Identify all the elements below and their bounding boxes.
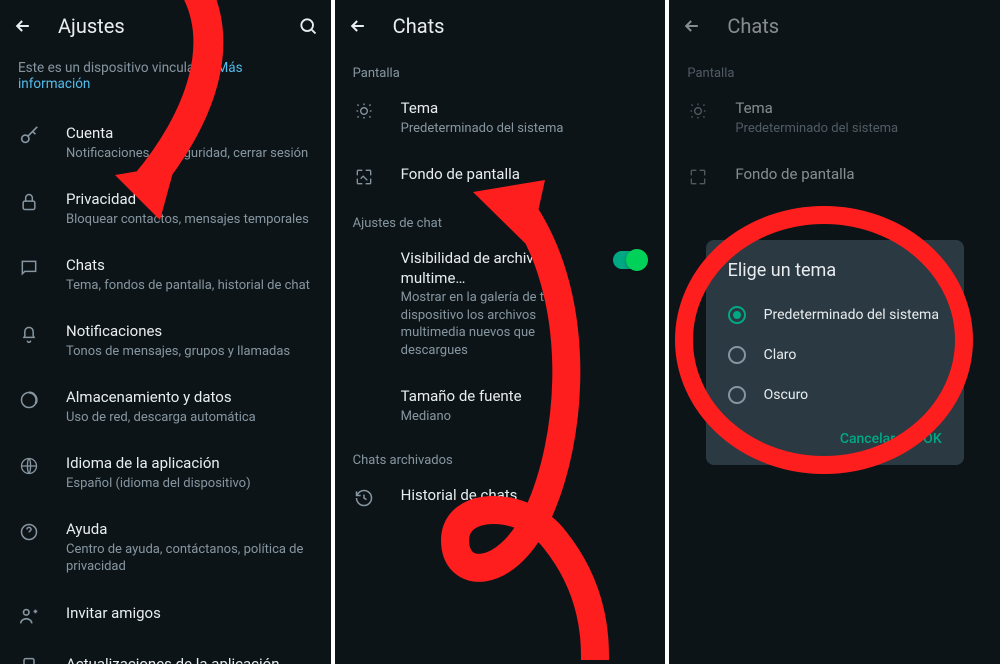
bell-icon [18, 323, 40, 345]
item-privacidad[interactable]: PrivacidadBloquear contactos, mensajes t… [0, 176, 331, 242]
globe-icon [18, 455, 40, 477]
dialog-overlay: Elige un tema Predeterminado del sistema… [669, 0, 1000, 664]
item-tema[interactable]: TemaPredeterminado del sistema [335, 85, 666, 151]
cancel-button[interactable]: Cancelar [840, 431, 895, 447]
radio-oscuro[interactable]: Oscuro [706, 375, 964, 415]
radio-icon [728, 386, 746, 404]
item-tamano-fuente[interactable]: Tamaño de fuenteMediano [335, 373, 666, 439]
item-notificaciones[interactable]: NotificacionesTonos de mensajes, grupos … [0, 308, 331, 374]
theme-dialog: Elige un tema Predeterminado del sistema… [706, 240, 964, 465]
item-actualizaciones[interactable]: Actualizaciones de la aplicación [0, 641, 331, 664]
page-title: Chats [393, 14, 654, 38]
media-toggle[interactable] [613, 251, 647, 269]
item-historial[interactable]: Historial de chats [335, 472, 666, 523]
header: Ajustes [0, 0, 331, 52]
item-cuenta[interactable]: CuentaNotificaciones de seguridad, cerra… [0, 110, 331, 176]
item-fondo[interactable]: Fondo de pantalla [335, 151, 666, 202]
radio-claro[interactable]: Claro [706, 335, 964, 375]
history-icon [353, 487, 375, 509]
chat-icon [18, 257, 40, 279]
item-almacenamiento[interactable]: Almacenamiento y datosUso de red, descar… [0, 374, 331, 440]
phone-update-icon [18, 656, 40, 664]
people-icon [18, 605, 40, 627]
item-chats[interactable]: ChatsTema, fondos de pantalla, historial… [0, 242, 331, 308]
dialog-title: Elige un tema [706, 260, 964, 295]
device-info: Este es un dispositivo vinculado. Más in… [0, 52, 331, 110]
item-ayuda[interactable]: AyudaCentro de ayuda, contáctanos, polít… [0, 506, 331, 590]
wallpaper-icon [353, 166, 375, 188]
radio-icon [728, 346, 746, 364]
section-ajustes-chat: Ajustes de chat [335, 202, 666, 235]
item-visibilidad-media[interactable]: Visibilidad de archivos multime…Mostrar … [335, 235, 666, 373]
ok-button[interactable]: OK [923, 431, 942, 447]
page-title: Ajustes [58, 14, 273, 38]
header: Chats [335, 0, 666, 52]
lock-icon [18, 191, 40, 213]
theme-icon [353, 100, 375, 122]
section-pantalla: Pantalla [335, 52, 666, 85]
search-icon[interactable] [297, 15, 319, 37]
key-icon [18, 125, 40, 147]
back-icon[interactable] [12, 15, 34, 37]
panel-ajustes: Ajustes Este es un dispositivo vinculado… [0, 0, 331, 664]
radio-predeterminado[interactable]: Predeterminado del sistema [706, 295, 964, 335]
back-icon[interactable] [347, 15, 369, 37]
help-icon [18, 521, 40, 543]
radio-icon [728, 306, 746, 324]
section-archivados: Chats archivados [335, 439, 666, 472]
item-invitar[interactable]: Invitar amigos [0, 590, 331, 641]
panel-chats: Chats Pantalla TemaPredeterminado del si… [335, 0, 666, 664]
panel-tema-dialog: Chats Pantalla TemaPredeterminado del si… [669, 0, 1000, 664]
item-idioma[interactable]: Idioma de la aplicaciónEspañol (idioma d… [0, 440, 331, 506]
data-usage-icon [18, 389, 40, 411]
